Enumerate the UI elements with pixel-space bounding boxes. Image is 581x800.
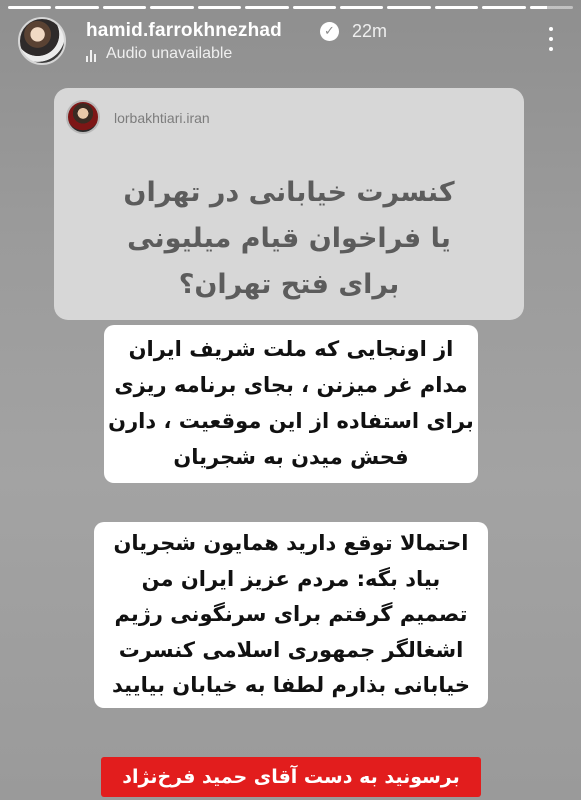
progress-segment [8, 6, 52, 9]
progress-segment-fill [482, 6, 526, 9]
reshared-post-avatar [66, 100, 100, 134]
progress-segment [102, 6, 147, 9]
title-line: برای فتح تهران؟ [178, 269, 400, 300]
story-viewer: hamid.farrokhnezhad ✓ 22m Audio unavaila… [0, 0, 581, 800]
story-header: hamid.farrokhnezhad ✓ 22m Audio unavaila… [14, 14, 567, 70]
progress-segment-fill [387, 6, 431, 9]
caption-line: فحش میدن به شجریان [173, 445, 409, 469]
caption-line: برای استفاده از این موقعیت ، دارن [108, 409, 474, 433]
caption-line: از اونجایی که ملت شریف ایران [128, 337, 454, 361]
progress-segment [150, 6, 194, 9]
progress-segment-fill [529, 6, 547, 9]
progress-segment [387, 6, 431, 9]
progress-segment-fill [8, 6, 52, 9]
progress-segment [292, 6, 336, 9]
story-progress-bar [8, 6, 574, 9]
audio-waveform-icon [86, 48, 102, 62]
audio-status: Audio unavailable [106, 45, 233, 62]
progress-segment [339, 6, 384, 9]
progress-segment-fill [197, 6, 242, 9]
caption-line: تصمیم گرفتم برای سرنگونی رژیم [114, 602, 468, 626]
progress-segment-fill [102, 6, 147, 9]
progress-segment [529, 6, 574, 9]
story-timestamp: 22m [352, 21, 388, 41]
caption-text-block-2: احتمالا توقع دارید همایون شجریان بیاد بگ… [94, 522, 488, 708]
progress-segment [197, 6, 242, 9]
caption-line: مدام غر میزنن ، بجای برنامه ریزی [114, 373, 468, 397]
caption-text-block-1: از اونجایی که ملت شریف ایران مدام غر میز… [104, 325, 478, 483]
progress-segment-fill [150, 6, 194, 9]
progress-segment-fill [339, 6, 384, 9]
more-options-icon[interactable] [541, 24, 561, 54]
caption-line: خیابانی بذارم لطفا به خیابان بیایید [112, 673, 470, 697]
caption-line: بیاد بگه: مردم عزیز ایران من [141, 566, 441, 591]
progress-segment-fill [292, 6, 336, 9]
red-banner-text: برسونید به دست آقای حمید فرخ‌نژاد [101, 757, 481, 797]
title-line: یا فراخوان قیام میلیونی [127, 223, 451, 254]
caption-line: احتمالا توقع دارید همایون شجریان [113, 531, 469, 555]
progress-segment [245, 6, 289, 9]
reshared-post-title: کنسرت خیابانی در تهران یا فراخوان قیام م… [74, 170, 504, 308]
title-line: کنسرت خیابانی در تهران [123, 177, 455, 208]
progress-segment [55, 6, 99, 9]
progress-segment [434, 6, 479, 9]
progress-segment [482, 6, 526, 9]
reshared-post-card[interactable]: lorbakhtiari.iran کنسرت خیابانی در تهران… [54, 88, 524, 320]
progress-segment-fill [434, 6, 479, 9]
reshared-post-username: lorbakhtiari.iran [114, 110, 210, 126]
progress-segment-fill [55, 6, 99, 9]
progress-segment-fill [245, 6, 289, 9]
profile-username[interactable]: hamid.farrokhnezhad [86, 20, 282, 42]
profile-avatar[interactable] [18, 17, 66, 65]
verified-check-icon: ✓ [320, 22, 339, 41]
caption-line: اشغالگر جمهوری اسلامی کنسرت [118, 637, 464, 662]
